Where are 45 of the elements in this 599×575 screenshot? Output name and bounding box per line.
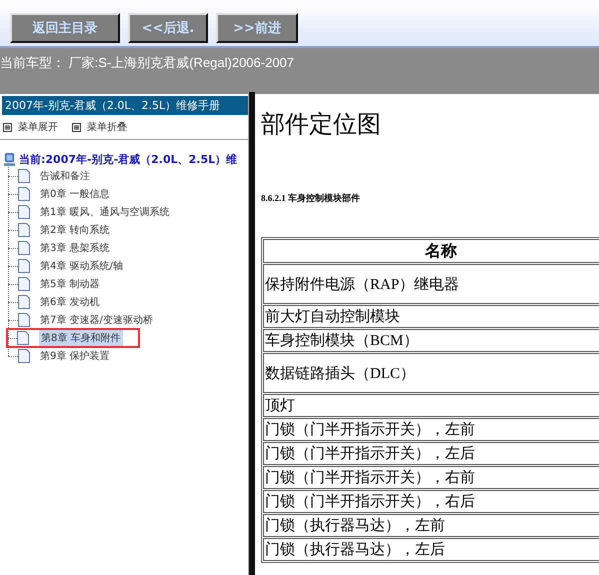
tree-item[interactable]: 第7章 变速器/变速驱动桥 <box>40 313 153 327</box>
document-icon <box>18 259 30 273</box>
tree-item[interactable]: 第1章 暖风、通风与空调系统 <box>40 205 170 219</box>
tree-item[interactable]: 第9章 保护装置 <box>40 349 110 363</box>
document-icon <box>18 277 30 291</box>
manual-title: 2007年-别克-君威（2.0L、2.5L）维修手册 <box>2 96 248 115</box>
table-cell: 保持附件电源（RAP）继电器 <box>263 264 599 304</box>
computer-icon <box>3 152 16 167</box>
tree-item[interactable]: 第3章 悬架系统 <box>40 241 110 255</box>
page-heading: 部件定位图 <box>261 110 382 140</box>
section-heading: 8.6.2.1 车身控制模块部件 <box>261 192 361 205</box>
document-icon <box>18 187 30 201</box>
document-icon <box>18 349 30 363</box>
table-cell: 门锁（门半开指示开关），左前 <box>263 418 599 441</box>
document-icon <box>18 205 30 219</box>
table-cell: 门锁（门半开指示开关），左后 <box>263 442 599 465</box>
table-cell: 顶灯 <box>263 394 599 417</box>
current-model-text: 当前车型： 厂家:S-上海别克君威(Regal)2006-2007 <box>0 55 294 70</box>
table-cell: 门锁（执行器马达），左后 <box>263 538 599 561</box>
tree-item[interactable]: 第6章 发动机 <box>40 295 100 309</box>
list-icon <box>3 122 12 132</box>
tree-item[interactable]: 第4章 驱动系统/轴 <box>40 259 123 273</box>
column-header: 名称 <box>263 239 599 263</box>
menu-toggle-link[interactable]: 菜单折叠 <box>72 120 127 134</box>
document-icon <box>18 169 30 183</box>
tree-item[interactable]: 第8章 车身和附件 <box>39 330 123 346</box>
table-cell: 数据链路插头（DLC） <box>263 353 599 393</box>
document-icon <box>18 313 30 327</box>
list-icon <box>72 122 81 132</box>
document-icon <box>18 295 30 309</box>
table-cell: 门锁（门半开指示开关），右后 <box>263 490 599 513</box>
tree-item[interactable]: 第0章 一般信息 <box>40 187 110 201</box>
table-cell: 前大灯自动控制模块 <box>263 305 599 328</box>
table-cell: 门锁（门半开指示开关），右前 <box>263 466 599 489</box>
tree-root[interactable]: 当前:2007年-别克-君威（2.0L、2.5L）维 <box>19 152 238 167</box>
table-cell: 门锁（执行器马达），左前 <box>263 514 599 537</box>
tree-item[interactable]: 第2章 转向系统 <box>40 223 110 237</box>
tree-item[interactable]: 告诫和备注 <box>40 169 90 183</box>
document-icon <box>17 331 29 345</box>
pane-splitter[interactable] <box>248 92 255 575</box>
table-cell: 车身控制模块（BCM） <box>263 329 599 352</box>
document-icon <box>18 241 30 255</box>
document-icon <box>18 223 30 237</box>
menu-toggle-link[interactable]: 菜单展开 <box>3 120 58 134</box>
tree-item[interactable]: 第5章 制动器 <box>40 277 100 291</box>
